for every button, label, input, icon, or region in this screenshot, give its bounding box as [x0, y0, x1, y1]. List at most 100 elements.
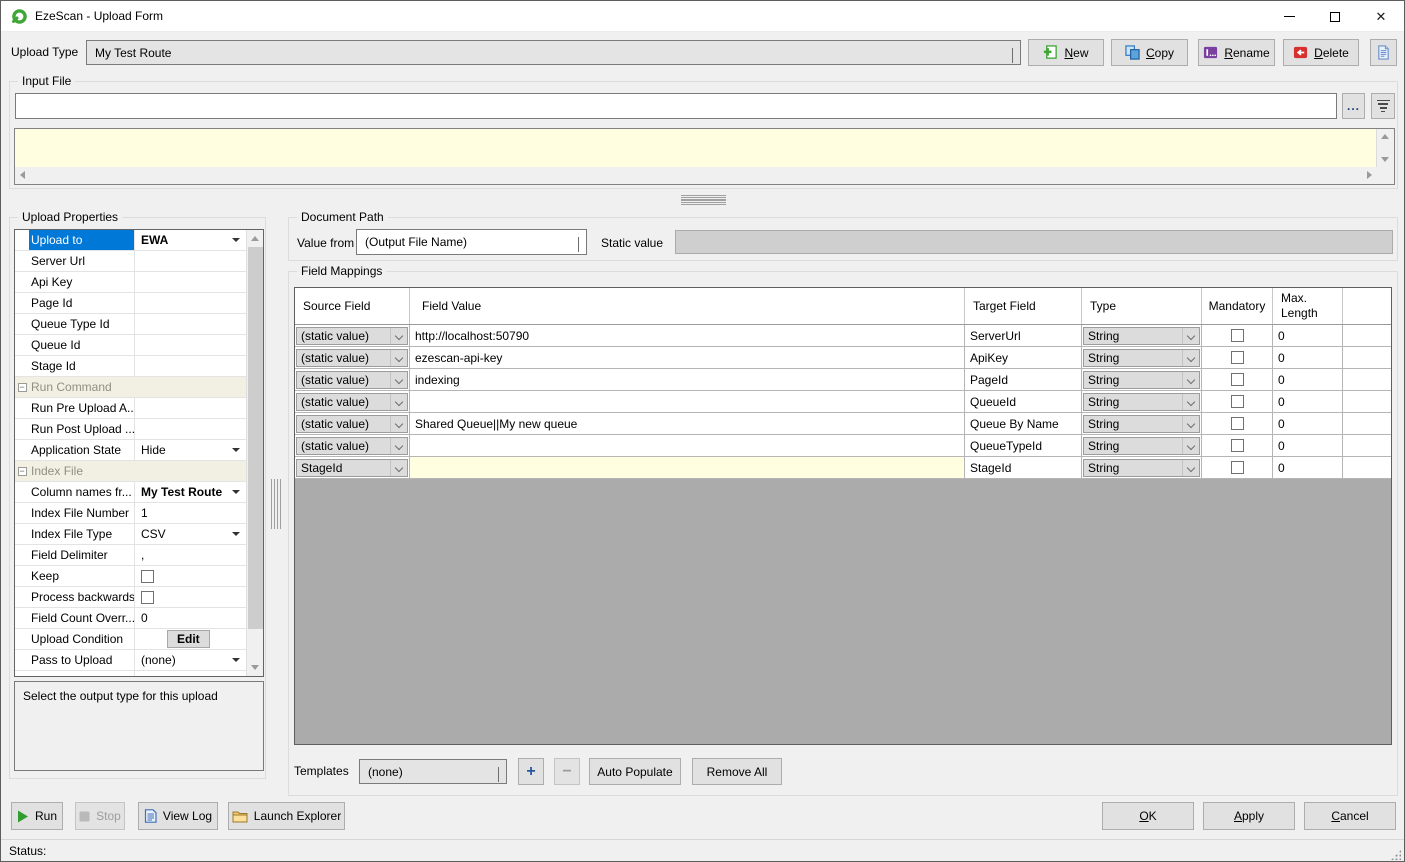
property-value[interactable]	[135, 314, 246, 334]
max-length-cell[interactable]: 0	[1273, 325, 1343, 346]
source-field-dropdown[interactable]: (static value)	[296, 393, 408, 411]
property-row-index-file-type[interactable]: Index File TypeCSV	[15, 524, 246, 545]
source-field-dropdown[interactable]: (static value)	[296, 437, 408, 455]
target-field-cell[interactable]: QueueTypeId	[965, 435, 1082, 456]
dropdown-arrow-icon[interactable]	[232, 658, 240, 662]
property-row-column-names-fr[interactable]: Column names fr...My Test Route	[15, 482, 246, 503]
input-file-path-input[interactable]	[15, 93, 1337, 119]
type-dropdown[interactable]: String	[1083, 393, 1200, 411]
value-from-combobox[interactable]: (Output File Name)	[356, 229, 587, 255]
property-value[interactable]: (none)	[135, 650, 246, 670]
property-row-index-file-number[interactable]: Index File Number1	[15, 503, 246, 524]
property-row-upload-condition[interactable]: Upload ConditionEdit	[15, 629, 246, 650]
vertical-splitter[interactable]	[271, 479, 283, 529]
new-button[interactable]: New	[1028, 39, 1104, 66]
type-dropdown[interactable]: String	[1083, 437, 1200, 455]
property-row-run-pre-upload-a[interactable]: Run Pre Upload A...	[15, 398, 246, 419]
property-value[interactable]	[135, 587, 246, 607]
column-header-mandatory[interactable]: Mandatory	[1202, 288, 1273, 324]
source-field-dropdown[interactable]: StageId	[296, 459, 408, 477]
column-header-type[interactable]: Type	[1082, 288, 1202, 324]
property-value[interactable]	[135, 566, 246, 586]
property-value[interactable]	[135, 398, 246, 418]
property-grid-scrollbar[interactable]	[246, 230, 263, 676]
edit-button[interactable]: Edit	[167, 630, 210, 648]
property-row-process-backwards[interactable]: Process backwards	[15, 587, 246, 608]
property-row-page-id[interactable]: Page Id	[15, 293, 246, 314]
launch-explorer-button[interactable]: Launch Explorer	[228, 802, 345, 830]
delete-button[interactable]: Delete	[1283, 39, 1359, 66]
dropdown-arrow-icon[interactable]	[232, 238, 240, 242]
property-row-queue-type-id[interactable]: Queue Type Id	[15, 314, 246, 335]
maximize-button[interactable]	[1312, 1, 1358, 32]
property-row-keep[interactable]: Keep	[15, 566, 246, 587]
target-field-cell[interactable]: PageId	[965, 369, 1082, 390]
preview-vertical-scrollbar[interactable]	[1377, 129, 1394, 167]
mapping-row-queuetypeid[interactable]: (static value) QueueTypeIdString 0	[295, 435, 1391, 457]
stop-button[interactable]: Stop	[75, 802, 125, 830]
property-row-upload-to[interactable]: Upload toEWA	[15, 230, 246, 251]
property-row-queue-id[interactable]: Queue Id	[15, 335, 246, 356]
type-dropdown[interactable]: String	[1083, 371, 1200, 389]
property-checkbox[interactable]	[141, 570, 154, 583]
property-row-field-delimiter[interactable]: Field Delimiter,	[15, 545, 246, 566]
cancel-button[interactable]: Cancel	[1304, 802, 1396, 830]
property-value[interactable]: Edit	[135, 629, 246, 649]
upload-type-combobox[interactable]: My Test Route	[86, 40, 1021, 65]
notes-button[interactable]	[1370, 39, 1397, 66]
mapping-row-queue-by-name[interactable]: (static value)Shared Queue||My new queue…	[295, 413, 1391, 435]
property-group-run-command[interactable]: −Run Command	[15, 377, 246, 398]
max-length-cell[interactable]: 0	[1273, 457, 1343, 478]
max-length-cell[interactable]: 0	[1273, 435, 1343, 456]
property-group-index-file[interactable]: −Index File	[15, 461, 246, 482]
dropdown-arrow-icon[interactable]	[232, 490, 240, 494]
view-log-button[interactable]: View Log	[138, 802, 218, 830]
rename-button[interactable]: Rename	[1198, 39, 1275, 66]
type-dropdown[interactable]: String	[1083, 327, 1200, 345]
remove-template-button[interactable]: −	[554, 758, 580, 785]
type-dropdown[interactable]: String	[1083, 459, 1200, 477]
max-length-cell[interactable]: 0	[1273, 413, 1343, 434]
column-header-source-field[interactable]: Source Field	[295, 288, 410, 324]
target-field-cell[interactable]: ServerUrl	[965, 325, 1082, 346]
source-field-dropdown[interactable]: (static value)	[296, 327, 408, 345]
field-value-cell[interactable]	[410, 457, 965, 478]
title-bar[interactable]: EzeScan - Upload Form ✕	[1, 1, 1404, 32]
source-field-dropdown[interactable]: (static value)	[296, 371, 408, 389]
target-field-cell[interactable]: ApiKey	[965, 347, 1082, 368]
property-value[interactable]	[135, 272, 246, 292]
property-value[interactable]: 1	[135, 503, 246, 523]
dropdown-arrow-icon[interactable]	[232, 448, 240, 452]
remove-all-button[interactable]: Remove All	[692, 758, 782, 785]
property-row-pass-to-upload[interactable]: Pass to Upload(none)	[15, 650, 246, 671]
field-value-cell[interactable]: indexing	[410, 369, 965, 390]
mapping-row-apikey[interactable]: (static value)ezescan-api-keyApiKeyStrin…	[295, 347, 1391, 369]
mapping-row-stageid[interactable]: StageIdStageIdString0	[295, 457, 1391, 479]
property-value[interactable]: ,	[135, 545, 246, 565]
mapping-row-serverurl[interactable]: (static value)http://localhost:50790Serv…	[295, 325, 1391, 347]
property-row-stage-id[interactable]: Stage Id	[15, 356, 246, 377]
collapse-icon[interactable]: −	[18, 467, 27, 476]
property-value[interactable]	[135, 419, 246, 439]
property-checkbox[interactable]	[141, 591, 154, 604]
scrollbar-thumb[interactable]	[248, 247, 263, 629]
mandatory-checkbox[interactable]	[1231, 395, 1244, 408]
preview-horizontal-scrollbar[interactable]	[15, 167, 1377, 184]
resize-grip[interactable]	[1391, 850, 1401, 860]
target-field-cell[interactable]: QueueId	[965, 391, 1082, 412]
copy-button[interactable]: Copy	[1111, 39, 1188, 66]
source-field-dropdown[interactable]: (static value)	[296, 415, 408, 433]
mapping-row-pageid[interactable]: (static value)indexingPageIdString 0	[295, 369, 1391, 391]
run-button[interactable]: Run	[11, 802, 63, 830]
minimize-button[interactable]	[1266, 1, 1312, 32]
property-value[interactable]	[135, 335, 246, 355]
mandatory-checkbox[interactable]	[1231, 373, 1244, 386]
mandatory-checkbox[interactable]	[1231, 329, 1244, 342]
max-length-cell[interactable]: 0	[1273, 369, 1343, 390]
source-field-dropdown[interactable]: (static value)	[296, 349, 408, 367]
property-value[interactable]: CSV	[135, 524, 246, 544]
target-field-cell[interactable]: StageId	[965, 457, 1082, 478]
mandatory-checkbox[interactable]	[1231, 461, 1244, 474]
property-value[interactable]	[135, 356, 246, 376]
templates-combobox[interactable]: (none)	[359, 759, 507, 784]
